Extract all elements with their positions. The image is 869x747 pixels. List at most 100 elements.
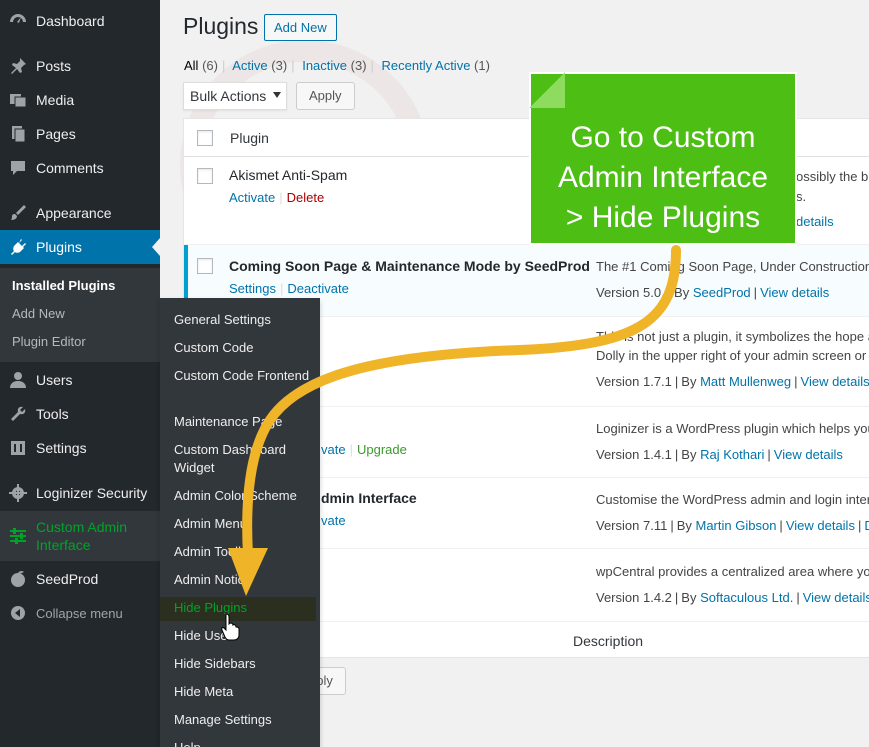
plugin-description: Loginizer is a WordPress plugin which he… — [596, 421, 869, 436]
filter-inactive[interactable]: Inactive — [302, 58, 347, 73]
plug-icon — [8, 237, 28, 257]
upgrade-link[interactable]: Upgrade — [357, 442, 407, 457]
view-details-link[interactable]: View details — [774, 447, 843, 462]
settings-link[interactable]: Settings — [229, 281, 276, 296]
pages-icon — [8, 124, 28, 144]
menu-loginizer-security[interactable]: Loginizer Security — [0, 476, 160, 510]
menu-appearance[interactable]: Appearance — [0, 196, 160, 230]
menu-label: Posts — [36, 58, 72, 74]
menu-label: Dashboard — [36, 13, 105, 29]
filter-recently-active[interactable]: Recently Active — [382, 58, 471, 73]
menu-label: Collapse menu — [36, 605, 123, 621]
menu-collapse[interactable]: Collapse menu — [0, 596, 160, 630]
plugin-by: By — [681, 374, 697, 389]
delete-link[interactable]: D — [864, 518, 869, 533]
pin-icon — [8, 56, 28, 76]
view-details-link[interactable]: View details — [760, 285, 829, 300]
plugin-description: wpCentral provides a centralized area wh… — [596, 564, 869, 579]
plugin-version: Version 1.7.1 — [596, 374, 672, 389]
plugin-by: By — [676, 518, 692, 533]
filter-active[interactable]: Active — [232, 58, 267, 73]
flyout-admin-menu[interactable]: Admin Menu — [174, 515, 314, 533]
menu-label: Tools — [36, 406, 69, 422]
row-checkbox[interactable] — [197, 168, 213, 184]
menu-plugins[interactable]: Plugins — [0, 230, 160, 264]
author-link[interactable]: SeedProd — [693, 285, 751, 300]
menu-tools[interactable]: Tools — [0, 397, 160, 431]
menu-custom-admin-interface[interactable]: Custom Admin Interface — [0, 511, 160, 561]
row-actions: Settings | Deactivate — [229, 281, 349, 296]
plugin-version: Version 1.4.2 — [596, 590, 672, 605]
view-details-link[interactable]: View details — [786, 518, 855, 533]
activate-link[interactable]: Activate — [229, 190, 275, 205]
menu-settings[interactable]: Settings — [0, 431, 160, 465]
menu-media[interactable]: Media — [0, 83, 160, 117]
plugin-by: By — [674, 285, 690, 300]
collapse-icon — [8, 603, 28, 623]
menu-seedprod[interactable]: SeedProd — [0, 562, 160, 596]
flyout-general-settings[interactable]: General Settings — [174, 311, 314, 329]
menu-posts[interactable]: Posts — [0, 49, 160, 83]
delete-link[interactable]: Delete — [287, 190, 325, 205]
flyout-admin-notice[interactable]: Admin Notice — [174, 571, 314, 589]
row-actions: vate — [321, 513, 346, 528]
flyout-custom-code-frontend[interactable]: Custom Code Frontend — [174, 367, 314, 385]
apply-button[interactable]: Apply — [296, 82, 355, 110]
filter-all[interactable]: All — [184, 58, 198, 73]
author-link[interactable]: Martin Gibson — [696, 518, 777, 533]
plugin-meta: Version 7.11 | By Martin Gibson | View detai… — [596, 518, 869, 533]
flyout-help[interactable]: Help — [174, 739, 314, 747]
menu-dashboard[interactable]: Dashboard — [0, 4, 160, 38]
plugin-description: This is not just a plugin, it symbolizes… — [596, 329, 869, 344]
menu-users[interactable]: Users — [0, 363, 160, 397]
flyout-admin-color-scheme[interactable]: Admin Color Scheme — [174, 487, 314, 505]
flyout-manage-settings[interactable]: Manage Settings — [174, 711, 314, 729]
bulk-actions-select[interactable]: Bulk Actions — [183, 82, 287, 110]
menu-comments[interactable]: Comments — [0, 151, 160, 185]
plugin-meta: details — [796, 214, 834, 229]
plugin-status-filters: All (6) | Active (3) | Inactive (3) | Recen… — [184, 58, 490, 73]
flyout-hide-users[interactable]: Hide Users — [174, 627, 314, 645]
deactivate-link[interactable]: Deactivate — [287, 281, 348, 296]
flyout-hide-sidebars[interactable]: Hide Sidebars — [174, 655, 314, 673]
flyout-custom-code[interactable]: Custom Code — [174, 339, 314, 357]
activate-link[interactable]: vate — [321, 442, 346, 457]
menu-pages[interactable]: Pages — [0, 117, 160, 151]
flyout-hide-plugins[interactable]: Hide Plugins — [160, 597, 316, 621]
menu-label: Appearance — [36, 205, 112, 221]
plugin-description: Customise the WordPress admin and login … — [596, 492, 869, 507]
plugin-name: Coming Soon Page & Maintenance Mode by S… — [229, 258, 590, 274]
plugin-meta: Version 1.4.1 | By Raj Kothari | View detail… — [596, 447, 843, 462]
plugin-version: Version 1.4.1 — [596, 447, 672, 462]
row-checkbox[interactable] — [197, 258, 213, 274]
filter-count: (1) — [474, 58, 490, 73]
media-icon — [8, 90, 28, 110]
select-all-checkbox[interactable] — [197, 130, 213, 146]
flyout-admin-toolbar[interactable]: Admin Toolbar — [174, 543, 314, 561]
wrench-icon — [8, 404, 28, 424]
deactivate-link[interactable]: vate — [321, 513, 346, 528]
plugin-description: Dolly in the upper right of your admin s… — [596, 348, 867, 363]
add-new-button[interactable]: Add New — [264, 14, 337, 41]
submenu-installed-plugins[interactable]: Installed Plugins — [12, 278, 115, 293]
author-link[interactable]: Softaculous Ltd. — [700, 590, 793, 605]
callout-line: > Hide Plugins — [565, 201, 761, 234]
author-link[interactable]: Raj Kothari — [700, 447, 764, 462]
submenu-plugin-editor[interactable]: Plugin Editor — [12, 334, 86, 349]
chevron-down-icon — [273, 92, 281, 98]
page-title: Plugins — [183, 13, 259, 39]
flyout-hide-meta[interactable]: Hide Meta — [174, 683, 314, 701]
row-actions: vate | Upgrade — [321, 442, 407, 457]
flyout-maintenance-page[interactable]: Maintenance Page — [174, 413, 314, 431]
plugin-meta: Version 5.0. | By SeedProd | View details — [596, 285, 830, 300]
view-details-link[interactable]: View details — [803, 590, 869, 605]
view-details-link[interactable]: View details — [801, 374, 869, 389]
current-menu-arrow — [152, 238, 160, 256]
view-details-link[interactable]: details — [796, 214, 834, 229]
column-description: Description — [573, 633, 644, 649]
flyout-custom-dashboard-widget[interactable]: Custom Dashboard Widget — [174, 441, 314, 477]
sliders-icon — [8, 526, 28, 546]
filter-count: (3) — [350, 58, 367, 73]
author-link[interactable]: Matt Mullenweg — [700, 374, 791, 389]
submenu-add-new[interactable]: Add New — [12, 306, 65, 321]
